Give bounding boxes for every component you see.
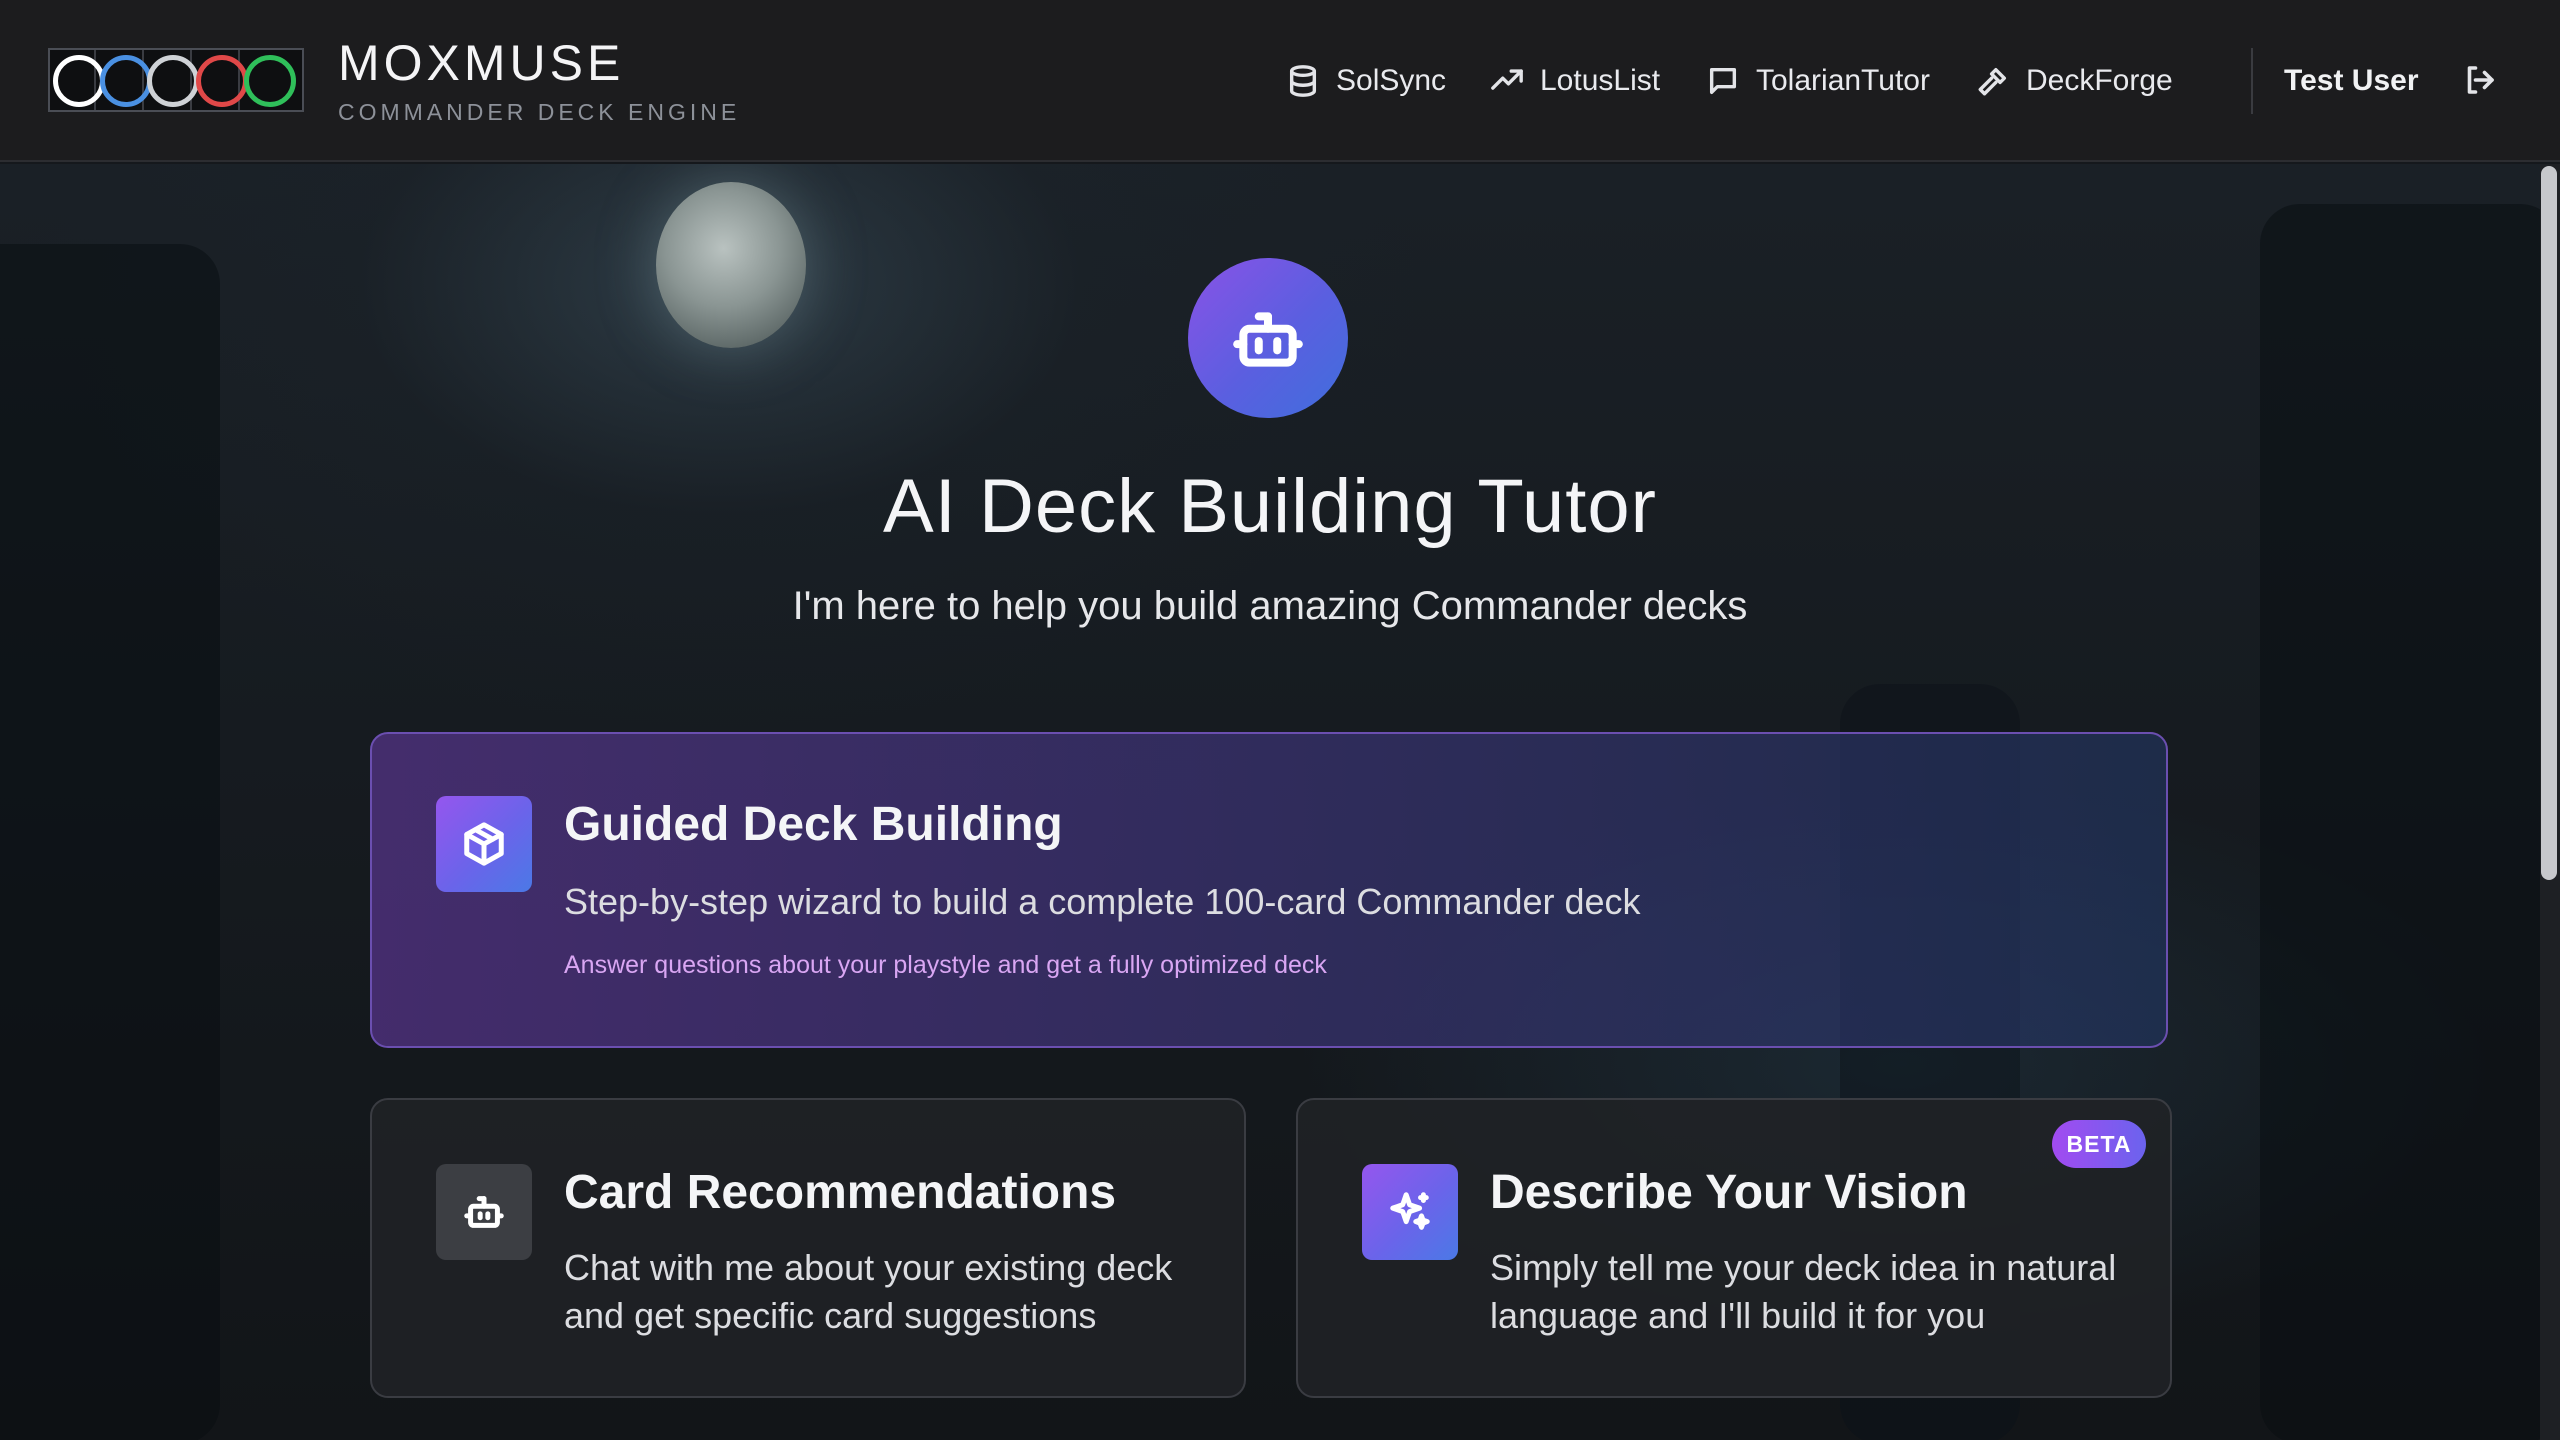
card-title: Describe Your Vision — [1490, 1166, 1968, 1219]
guided-deck-building-card[interactable]: Guided Deck Building Step-by-step wizard… — [370, 732, 2168, 1048]
card-description: Chat with me about your existing deck — [564, 1247, 1173, 1288]
main-content: AI Deck Building Tutor I'm here to help … — [0, 164, 2540, 1440]
beta-badge: BETA — [2052, 1120, 2146, 1168]
robot-icon — [436, 1164, 532, 1260]
nav-label: DeckForge — [2026, 64, 2173, 97]
nav-item-solsync[interactable]: SolSync — [1286, 58, 1446, 104]
database-icon — [1286, 64, 1320, 98]
describe-your-vision-card[interactable]: BETA Describe Your Vision Simply tell me… — [1296, 1098, 2172, 1398]
scrollbar-thumb[interactable] — [2541, 166, 2557, 880]
black-mana-ring — [147, 55, 199, 107]
card-description: Step-by-step wizard to build a complete … — [564, 881, 1641, 922]
mana-color-circles-icon[interactable] — [48, 48, 304, 112]
nav-item-lotuslist[interactable]: LotusList — [1490, 58, 1660, 104]
brand-subtitle: COMMANDER DECK ENGINE — [338, 99, 741, 125]
card-description: Simply tell me your deck idea in natural — [1490, 1247, 2117, 1288]
red-mana-ring — [196, 55, 248, 107]
nav-item-deckforge[interactable]: DeckForge — [1976, 58, 2173, 104]
card-recommendations-card[interactable]: Card Recommendations Chat with me about … — [370, 1098, 1246, 1398]
chat-bubble-icon — [1706, 64, 1740, 98]
sparkles-icon — [1362, 1164, 1458, 1260]
robot-icon — [1188, 258, 1348, 418]
brand-title: MOXMUSE — [338, 35, 625, 91]
background-tree — [0, 244, 220, 1440]
white-mana-ring — [53, 55, 105, 107]
header-divider — [2251, 48, 2253, 114]
page-title: AI Deck Building Tutor — [883, 464, 1657, 549]
card-description: language and I'll build it for you — [1490, 1295, 1986, 1336]
card-title: Card Recommendations — [564, 1166, 1117, 1219]
cube-icon — [436, 796, 532, 892]
card-title: Guided Deck Building — [564, 798, 1063, 851]
nav-label: LotusList — [1540, 64, 1661, 97]
card-note: Answer questions about your playstyle an… — [564, 951, 1327, 979]
user-name[interactable]: Test User — [2284, 58, 2419, 104]
hammer-icon — [1976, 64, 2010, 98]
nav-label: SolSync — [1336, 64, 1447, 97]
trending-up-icon — [1490, 64, 1524, 98]
nav-item-tolariantutor[interactable]: TolarianTutor — [1706, 58, 1930, 104]
top-navigation-bar: MOXMUSE COMMANDER DECK ENGINE SolSync Lo… — [0, 0, 2560, 162]
card-description: and get specific card suggestions — [564, 1295, 1097, 1336]
moon-background — [656, 182, 806, 348]
logout-icon[interactable] — [2462, 62, 2498, 98]
green-mana-ring — [244, 55, 296, 107]
background-tree — [2260, 204, 2540, 1440]
brand[interactable]: MOXMUSE COMMANDER DECK ENGINE — [338, 34, 740, 126]
blue-mana-ring — [100, 55, 152, 107]
nav-label: TolarianTutor — [1756, 64, 1930, 97]
page-subtitle: I'm here to help you build amazing Comma… — [792, 584, 1748, 628]
